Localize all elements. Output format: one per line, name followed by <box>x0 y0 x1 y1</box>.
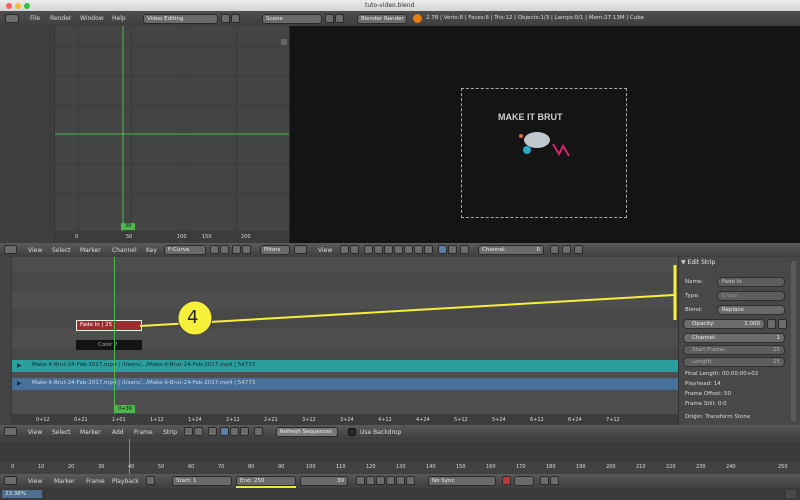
timeline-tick: 50 <box>158 464 165 470</box>
seq-menu-frame[interactable]: Frame <box>134 429 153 436</box>
timeline-tick: 20 <box>68 464 75 470</box>
resize-handle-icon[interactable] <box>786 490 796 498</box>
timeline-menu-playback[interactable]: Playback <box>112 478 139 485</box>
status-bar: 23.38% <box>0 488 800 500</box>
start-frame-input[interactable]: Start: 1 <box>172 476 232 486</box>
jump-end-icon[interactable] <box>406 476 415 485</box>
timeline-tick: 210 <box>636 464 646 470</box>
timeline-tick: 0 <box>11 464 15 470</box>
timeline-tick: 220 <box>666 464 676 470</box>
keyset-add-icon[interactable] <box>540 476 549 485</box>
preview-range-icon[interactable] <box>146 476 155 485</box>
timeline-tick: 110 <box>336 464 346 470</box>
timeline-tick: 70 <box>218 464 225 470</box>
timeline-header: View Marker Frame Playback Start: 1 End:… <box>0 474 800 488</box>
refresh-sequencer-button[interactable]: Refresh Sequencer <box>276 427 338 437</box>
timeline-menu-frame[interactable]: Frame <box>86 478 105 485</box>
use-backdrop-label: Use Backdrop <box>360 429 402 436</box>
timeline-tick: 190 <box>576 464 586 470</box>
timeline-tick: 230 <box>696 464 706 470</box>
jump-prev-key-icon[interactable] <box>366 476 375 485</box>
timeline-editor-type-icon[interactable] <box>4 476 17 485</box>
auto-key-icon[interactable] <box>502 476 511 485</box>
timeline-tick: 100 <box>306 464 316 470</box>
jump-start-icon[interactable] <box>356 476 365 485</box>
timeline-track <box>0 442 800 462</box>
seq-menu-select[interactable]: Select <box>52 429 71 436</box>
seq-proxy-icon[interactable] <box>240 427 249 436</box>
sync-mode-select[interactable]: No Sync <box>428 476 496 486</box>
timeline-editor[interactable]: 0 10 20 30 40 50 60 70 80 90 100 110 120… <box>0 439 800 474</box>
seq-menu-add[interactable]: Add <box>112 429 124 436</box>
timeline-tick: 250 <box>778 464 788 470</box>
timeline-tick: 200 <box>606 464 616 470</box>
end-frame-input[interactable]: End: 250 <box>236 476 296 486</box>
annotation-number: 4 <box>187 307 199 328</box>
seq-view-both-icon[interactable] <box>208 427 217 436</box>
jump-next-key-icon[interactable] <box>396 476 405 485</box>
timeline-tick: 170 <box>516 464 526 470</box>
timeline-tick: 180 <box>546 464 556 470</box>
keyset-remove-icon[interactable] <box>550 476 559 485</box>
timeline-menu-view[interactable]: View <box>28 478 42 485</box>
annotation-line <box>139 294 675 327</box>
timeline-tick: 40 <box>128 464 135 470</box>
progress-indicator: 23.38% <box>2 490 42 498</box>
timeline-tick: 150 <box>456 464 466 470</box>
seq-mask-icon[interactable] <box>254 427 263 436</box>
seq-view-sequencer-icon[interactable] <box>184 427 193 436</box>
seq-menu-strip[interactable]: Strip <box>163 429 177 436</box>
timeline-tick: 130 <box>396 464 406 470</box>
timeline-tick: 30 <box>98 464 105 470</box>
timeline-tick: 140 <box>426 464 436 470</box>
timeline-tick: 60 <box>188 464 195 470</box>
current-frame-input[interactable]: 39 <box>300 476 348 486</box>
timeline-tick: 240 <box>726 464 736 470</box>
play-reverse-icon[interactable] <box>376 476 385 485</box>
use-backdrop-checkbox[interactable] <box>348 428 356 436</box>
seq-snap-icon[interactable] <box>220 427 229 436</box>
sequencer-header: View Select Marker Add Frame Strip Refre… <box>0 425 800 439</box>
sequencer-editor-type-icon[interactable] <box>4 427 17 436</box>
keying-set-select[interactable] <box>514 476 534 486</box>
timeline-tick: 80 <box>248 464 255 470</box>
play-icon[interactable] <box>386 476 395 485</box>
timeline-menu-marker[interactable]: Marker <box>54 478 75 485</box>
seq-menu-marker[interactable]: Marker <box>80 429 101 436</box>
seq-overlay-icon[interactable] <box>230 427 239 436</box>
timeline-tick: 10 <box>38 464 45 470</box>
seq-menu-view[interactable]: View <box>28 429 42 436</box>
seq-view-preview-icon[interactable] <box>194 427 203 436</box>
timeline-tick: 120 <box>366 464 376 470</box>
timeline-tick: 160 <box>486 464 496 470</box>
timeline-tick: 90 <box>278 464 285 470</box>
